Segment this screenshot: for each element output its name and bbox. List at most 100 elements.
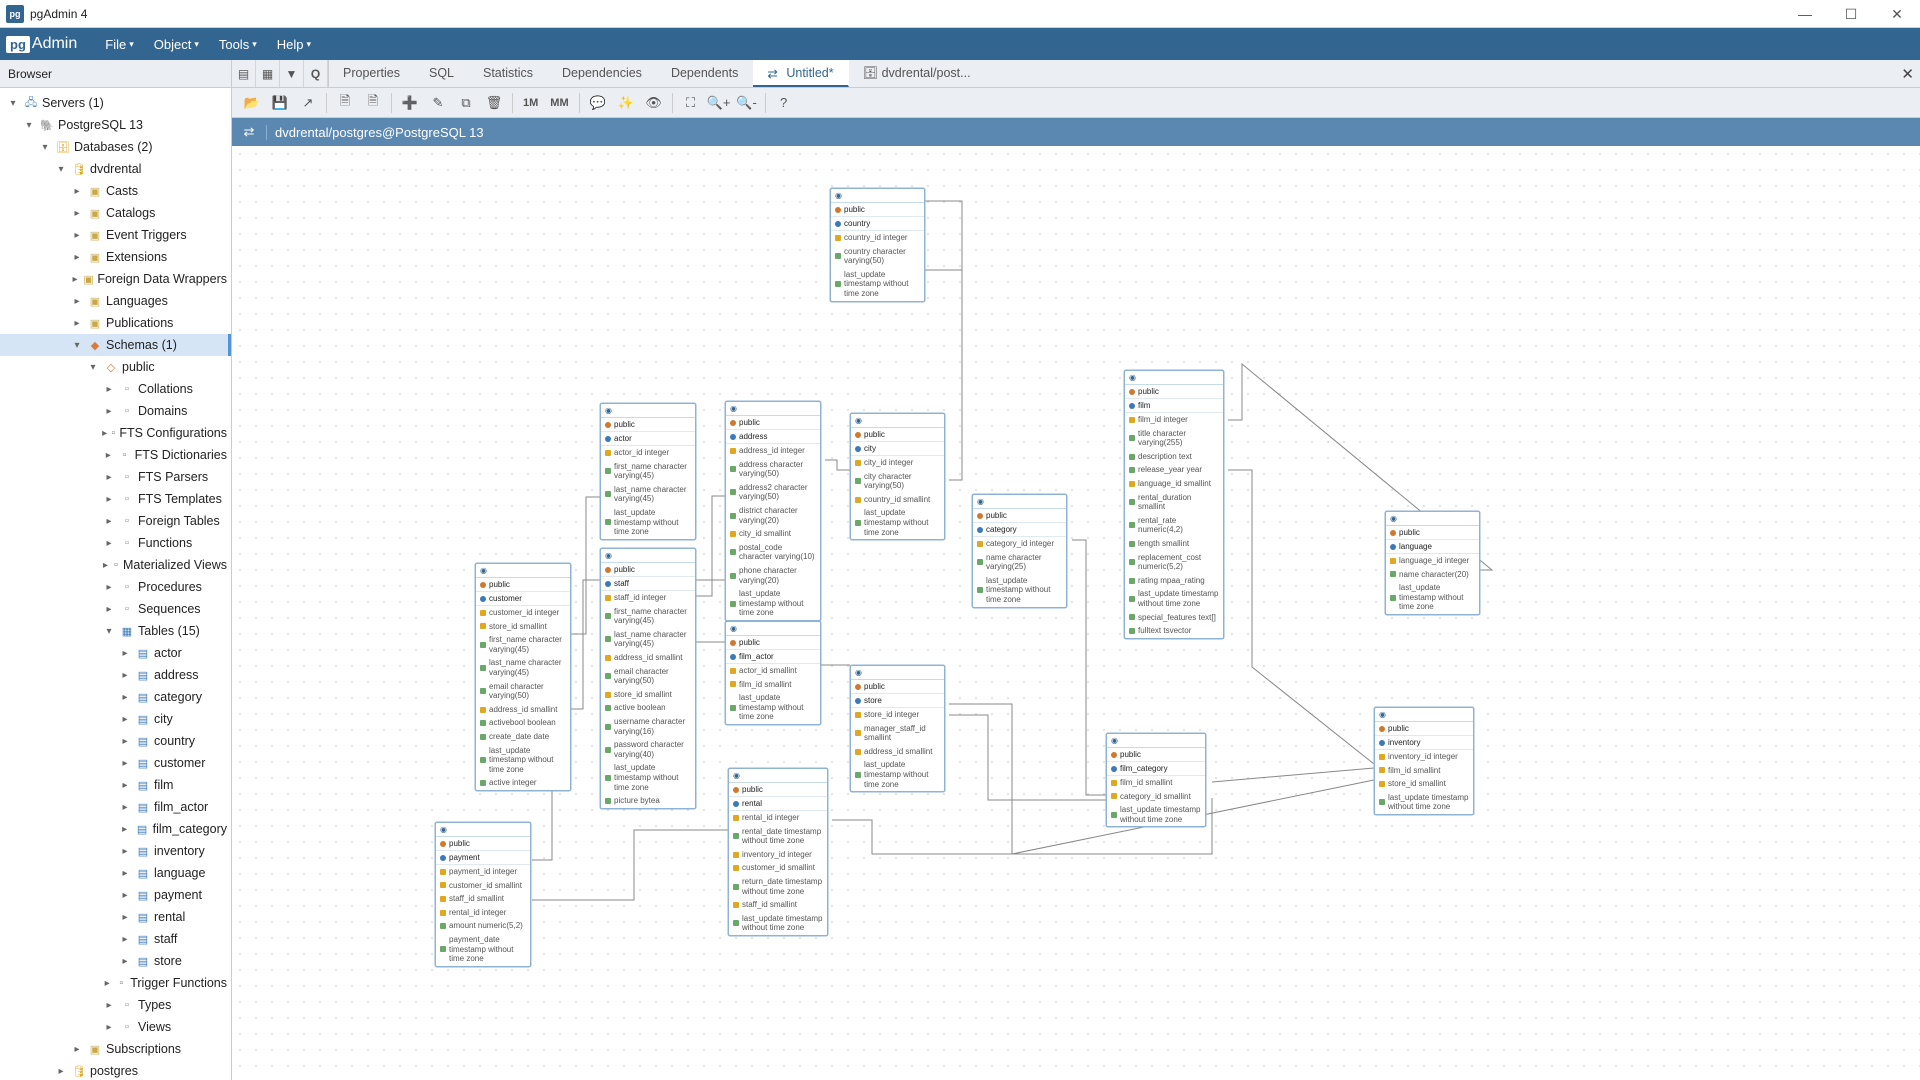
eye-icon[interactable]: ◉ — [855, 668, 862, 677]
twisty-icon[interactable]: ▸ — [102, 384, 116, 395]
twisty-icon[interactable]: ▸ — [70, 208, 84, 219]
tree-node[interactable]: ▸▫Procedures — [0, 576, 231, 598]
entity-inventory[interactable]: ◉publicinventoryinventory_id integerfilm… — [1374, 707, 1474, 815]
save-icon[interactable]: 💾 — [267, 90, 293, 116]
tree-node[interactable]: ▸▫Domains — [0, 400, 231, 422]
twisty-icon[interactable]: ▸ — [102, 1022, 116, 1033]
twisty-icon[interactable]: ▸ — [118, 692, 132, 703]
zoom-out-icon[interactable]: 🔍- — [734, 90, 760, 116]
twisty-icon[interactable]: ▸ — [70, 274, 80, 285]
tree-node[interactable]: ▸▤payment — [0, 884, 231, 906]
tree-node[interactable]: ▸▤language — [0, 862, 231, 884]
twisty-icon[interactable]: ▾ — [54, 164, 68, 175]
entity-store[interactable]: ◉publicstorestore_id integermanager_staf… — [850, 665, 945, 792]
eye-icon[interactable]: ◉ — [1129, 373, 1136, 382]
twisty-icon[interactable]: ▸ — [102, 1000, 116, 1011]
tree-node[interactable]: ▸▣Subscriptions — [0, 1038, 231, 1060]
tree-node[interactable]: ▸▫FTS Parsers — [0, 466, 231, 488]
tab-statistics[interactable]: Statistics — [469, 60, 548, 87]
twisty-icon[interactable]: ▸ — [118, 868, 132, 879]
tree-node[interactable]: ▾🐘PostgreSQL 13 — [0, 114, 231, 136]
erd-canvas[interactable]: ◉publiccountrycountry_id integercountry … — [232, 146, 1920, 1080]
twisty-icon[interactable]: ▸ — [102, 406, 116, 417]
tree-node[interactable]: ▾◆Schemas (1) — [0, 334, 231, 356]
tree-node[interactable]: ▸▣Foreign Data Wrappers — [0, 268, 231, 290]
zoom-in-icon[interactable]: 🔍+ — [706, 90, 732, 116]
tab-dependencies[interactable]: Dependencies — [548, 60, 657, 87]
tree-node[interactable]: ▸▤film — [0, 774, 231, 796]
tree-node[interactable]: ▸▤country — [0, 730, 231, 752]
query-tool-icon[interactable]: ▤ — [232, 60, 256, 87]
menu-help[interactable]: Help▾ — [267, 28, 321, 60]
tree-node[interactable]: ▸▤category — [0, 686, 231, 708]
entity-customer[interactable]: ◉publiccustomercustomer_id integerstore_… — [475, 563, 571, 791]
view-data-icon[interactable]: ▦ — [256, 60, 280, 87]
tree-node[interactable]: ▸🛢postgres — [0, 1060, 231, 1080]
eye-icon[interactable]: ◉ — [1379, 710, 1386, 719]
twisty-icon[interactable]: ▸ — [70, 1044, 84, 1055]
tree-node[interactable]: ▸▫Trigger Functions — [0, 972, 231, 994]
eye-icon[interactable]: ◉ — [605, 551, 612, 560]
twisty-icon[interactable]: ▾ — [70, 340, 84, 351]
twisty-icon[interactable]: ▸ — [118, 780, 132, 791]
tree-node[interactable]: ▸▫FTS Templates — [0, 488, 231, 510]
eye-icon[interactable]: ◉ — [733, 771, 740, 780]
tree-node[interactable]: ▸▣Casts — [0, 180, 231, 202]
help-icon[interactable]: ? — [771, 90, 797, 116]
entity-film_category[interactable]: ◉publicfilm_categoryfilm_id smallintcate… — [1106, 733, 1206, 827]
show-details-icon[interactable]: 👁 — [641, 90, 667, 116]
twisty-icon[interactable]: ▸ — [102, 978, 112, 989]
twisty-icon[interactable]: ▾ — [6, 98, 20, 109]
twisty-icon[interactable]: ▸ — [102, 604, 116, 615]
entity-city[interactable]: ◉publiccitycity_id integercity character… — [850, 413, 945, 540]
open-file-icon[interactable]: 📂 — [239, 90, 265, 116]
twisty-icon[interactable]: ▸ — [118, 956, 132, 967]
eye-icon[interactable]: ◉ — [440, 825, 447, 834]
twisty-icon[interactable]: ▸ — [70, 230, 84, 241]
twisty-icon[interactable]: ▸ — [102, 516, 116, 527]
tree-node[interactable]: ▸▫Materialized Views — [0, 554, 231, 576]
entity-language[interactable]: ◉publiclanguagelanguage_id integername c… — [1385, 511, 1480, 615]
tree-node[interactable]: ▾🗄Databases (2) — [0, 136, 231, 158]
tree-node[interactable]: ▸▤staff — [0, 928, 231, 950]
menu-tools[interactable]: Tools▾ — [209, 28, 267, 60]
twisty-icon[interactable]: ▸ — [102, 494, 116, 505]
tree-node[interactable]: ▸▫Collations — [0, 378, 231, 400]
tree-node[interactable]: ▸▫Views — [0, 1016, 231, 1038]
menu-object[interactable]: Object▾ — [144, 28, 209, 60]
entity-address[interactable]: ◉publicaddressaddress_id integeraddress … — [725, 401, 821, 621]
generate-sql-icon[interactable]: 🗎 — [332, 90, 358, 116]
tree-node[interactable]: ▸▤film_actor — [0, 796, 231, 818]
tree-node[interactable]: ▸▣Event Triggers — [0, 224, 231, 246]
tree-node[interactable]: ▸▤customer — [0, 752, 231, 774]
entity-payment[interactable]: ◉publicpaymentpayment_id integercustomer… — [435, 822, 531, 967]
twisty-icon[interactable]: ▸ — [118, 758, 132, 769]
eye-icon[interactable]: ◉ — [977, 497, 984, 506]
auto-align-icon[interactable]: ✨ — [613, 90, 639, 116]
tree-node[interactable]: ▾◇public — [0, 356, 231, 378]
twisty-icon[interactable]: ▸ — [102, 472, 116, 483]
eye-icon[interactable]: ◉ — [480, 566, 487, 575]
twisty-icon[interactable]: ▾ — [38, 142, 52, 153]
twisty-icon[interactable]: ▸ — [102, 582, 116, 593]
entity-rental[interactable]: ◉publicrentalrental_id integerrental_dat… — [728, 768, 828, 936]
twisty-icon[interactable]: ▸ — [118, 670, 132, 681]
tree-node[interactable]: ▸▤rental — [0, 906, 231, 928]
twisty-icon[interactable]: ▸ — [118, 648, 132, 659]
tree-node[interactable]: ▸▣Languages — [0, 290, 231, 312]
entity-film[interactable]: ◉publicfilmfilm_id integertitle characte… — [1124, 370, 1224, 639]
twisty-icon[interactable]: ▸ — [70, 296, 84, 307]
twisty-icon[interactable]: ▸ — [102, 560, 109, 571]
twisty-icon[interactable]: ▸ — [102, 538, 116, 549]
twisty-icon[interactable]: ▸ — [118, 736, 132, 747]
tree-node[interactable]: ▸▤actor — [0, 642, 231, 664]
eye-icon[interactable]: ◉ — [1390, 514, 1397, 523]
browser-tree[interactable]: ▾🖧Servers (1)▾🐘PostgreSQL 13▾🗄Databases … — [0, 88, 232, 1080]
tree-node[interactable]: ▸▫Sequences — [0, 598, 231, 620]
eye-icon[interactable]: ◉ — [730, 404, 737, 413]
tree-node[interactable]: ▸▫FTS Dictionaries — [0, 444, 231, 466]
close-panel-icon[interactable]: ✕ — [1901, 65, 1914, 83]
add-note-icon[interactable]: 💬 — [585, 90, 611, 116]
twisty-icon[interactable]: ▾ — [86, 362, 100, 373]
clone-table-icon[interactable]: ⧉ — [453, 90, 479, 116]
